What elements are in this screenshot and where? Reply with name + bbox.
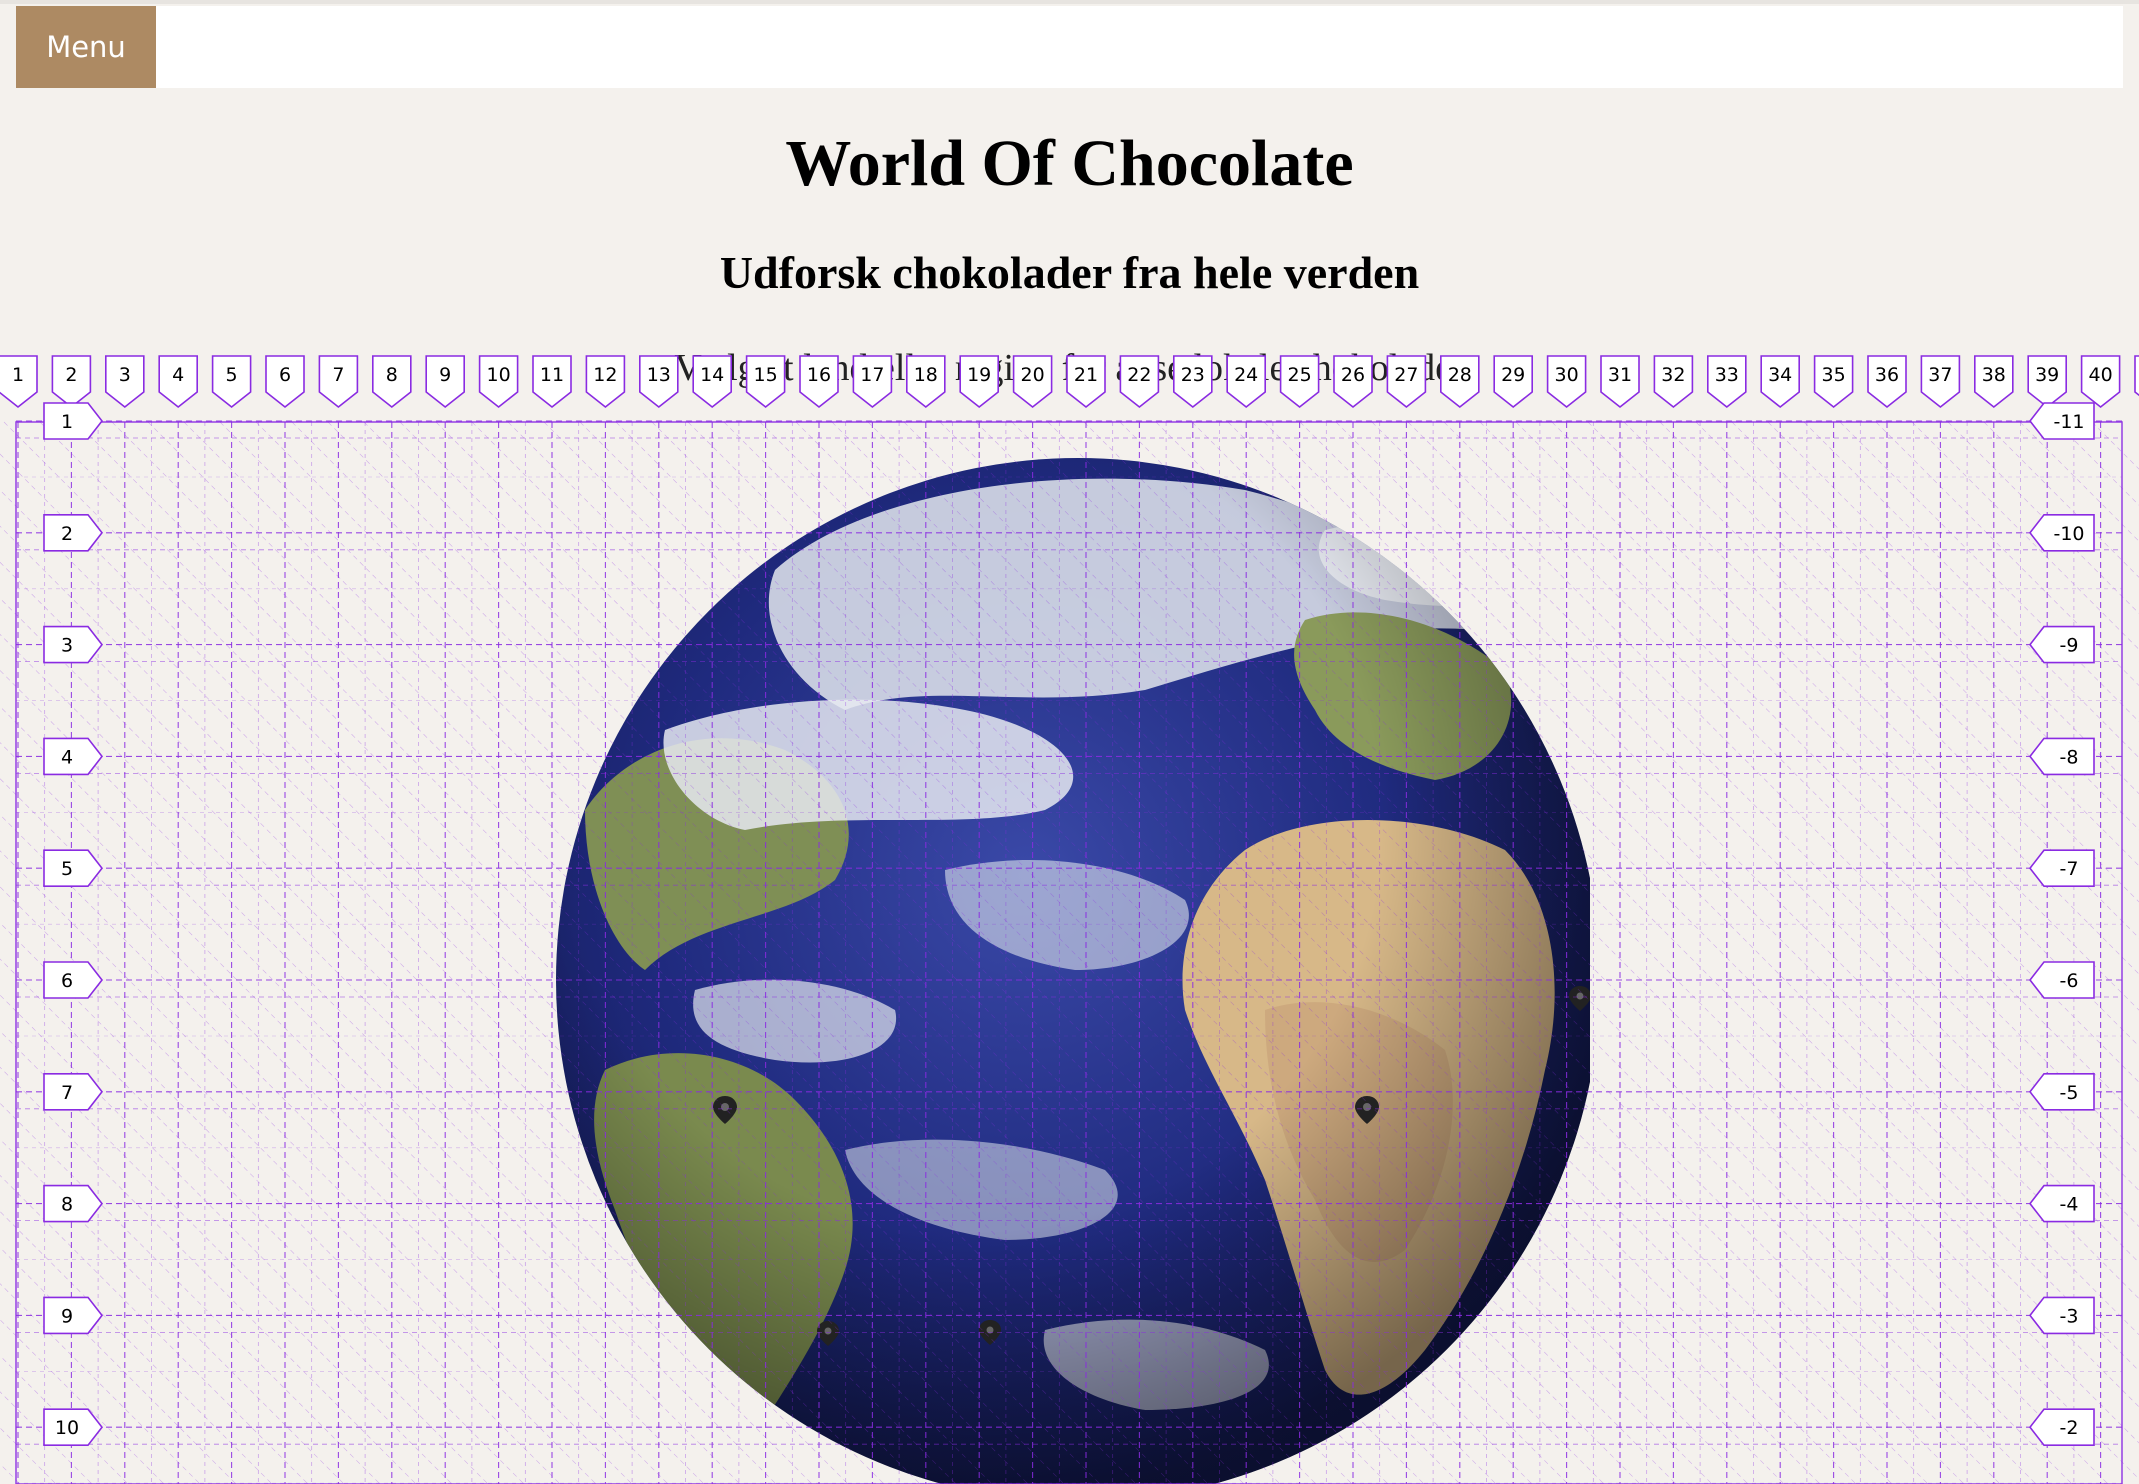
row-label-left: 3	[61, 635, 73, 657]
top-border	[0, 0, 2139, 4]
page-subtitle: Udforsk chokolader fra hele verden	[719, 247, 1420, 298]
row-label-right: -3	[2060, 1305, 2079, 1327]
row-marker-right--6	[2028, 961, 2095, 999]
page-title: World Of Chocolate	[785, 127, 1354, 200]
row-marker-right--8	[2028, 737, 2095, 776]
row-label-left: 10	[55, 1417, 79, 1439]
navigation-bar: Menu	[16, 6, 2123, 88]
row-label-left: 1	[61, 411, 73, 433]
row-label-right: -7	[2060, 858, 2079, 880]
row-label-left: 4	[61, 746, 73, 768]
row-label-right: -11	[2053, 411, 2084, 433]
row-label-left: 2	[61, 523, 73, 545]
row-marker-left-6	[43, 961, 104, 999]
row-label-left: 8	[61, 1194, 73, 1216]
row-marker-right--3	[2028, 1296, 2095, 1335]
row-marker-left-2	[43, 513, 104, 552]
row-label-left: 7	[61, 1082, 73, 1104]
row-label-right: -6	[2060, 970, 2079, 992]
row-marker-left-7	[43, 1073, 104, 1111]
row-marker-left-5	[43, 849, 104, 888]
row-marker-right--11	[2028, 402, 2095, 440]
row-label-left: 9	[61, 1305, 73, 1327]
row-marker-right--10	[2028, 513, 2095, 552]
row-marker-right--9	[2028, 625, 2095, 664]
menu-button[interactable]: Menu	[16, 6, 156, 88]
row-label-right: -4	[2060, 1194, 2079, 1216]
row-label-right: -9	[2060, 635, 2079, 657]
row-label-left: 6	[61, 970, 73, 992]
row-label-right: -5	[2060, 1082, 2079, 1104]
row-marker-right--2	[2028, 1408, 2095, 1446]
intro-text: Vælg et land eller region for at se loka…	[674, 347, 1465, 389]
row-marker-left-8	[43, 1184, 104, 1223]
row-label-right: -10	[2053, 523, 2084, 545]
row-marker-right--4	[2028, 1184, 2095, 1223]
row-marker-right--7	[2028, 849, 2095, 888]
row-marker-left-9	[43, 1296, 104, 1335]
row-marker-left-4	[43, 737, 104, 776]
row-marker-left-1	[43, 402, 104, 440]
globe-map[interactable]	[545, 450, 1590, 1484]
earth-globe[interactable]	[545, 450, 1590, 1484]
row-marker-left-3	[43, 625, 104, 664]
row-label-right: -2	[2060, 1417, 2079, 1439]
row-label-left: 5	[61, 858, 73, 880]
row-marker-right--5	[2028, 1073, 2095, 1111]
row-label-right: -8	[2060, 746, 2079, 768]
row-marker-left-10	[43, 1408, 104, 1446]
